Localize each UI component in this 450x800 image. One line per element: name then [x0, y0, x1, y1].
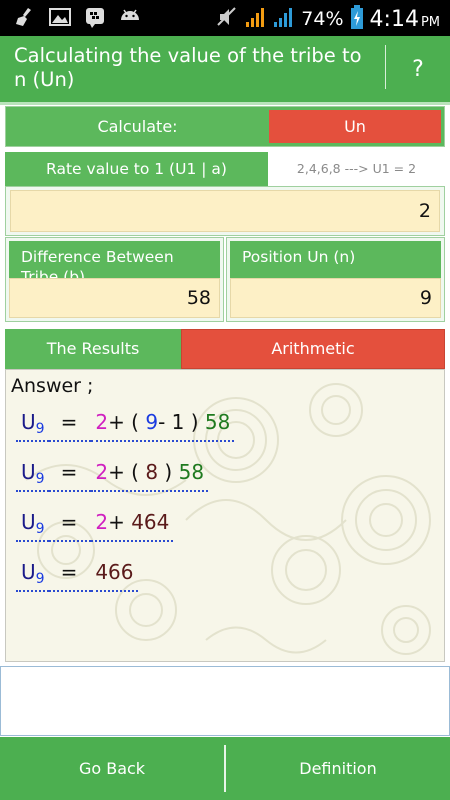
difference-label: Difference Between Tribe (b) — [9, 241, 220, 279]
term-subscript: 9 — [35, 421, 45, 437]
help-button[interactable]: ? — [386, 36, 450, 102]
battery-charging-icon — [350, 4, 364, 34]
expression-part: + ( — [108, 410, 146, 434]
signal-icon — [245, 5, 267, 33]
equals-sign: = — [48, 508, 92, 542]
image-icon — [48, 6, 72, 32]
bbm-icon — [84, 6, 106, 32]
rate-label: Rate value to 1 (U1 | a) — [5, 152, 268, 186]
expression-part: 2 — [95, 510, 109, 534]
equation-term: U9 — [16, 408, 49, 442]
equation-expression: 2+ ( 8 ) 58 — [91, 458, 209, 492]
status-bar: 74% 4:14 PM — [0, 0, 450, 36]
expression-part: + — [108, 510, 132, 534]
position-label: Position Un (n) — [230, 241, 441, 279]
broom-icon — [14, 6, 36, 32]
bottom-bar: Go Back Definition — [0, 737, 450, 800]
equation-term: U9 — [16, 508, 49, 542]
page-title: Calculating the value of the tribe to n … — [14, 44, 362, 91]
equation-row: U9 = 2+ 464 — [16, 508, 174, 548]
expression-part: 2 — [95, 410, 109, 434]
expression-part: + ( — [108, 460, 146, 484]
results-panel: Answer ; U9 = 2+ ( 9- 1 ) 58 U9 = 2+ ( 8 ) 58… — [5, 369, 445, 662]
term-symbol: U — [21, 560, 36, 584]
equation-row: U9 = 2+ ( 8 ) 58 — [16, 458, 209, 498]
equation-expression: 466 — [91, 558, 138, 592]
answer-label: Answer ; — [11, 375, 94, 397]
clock-time: 4:14 — [369, 6, 419, 32]
term-symbol: U — [21, 410, 36, 434]
expression-part: 9 — [145, 410, 159, 434]
equation-row: U9 = 2+ ( 9- 1 ) 58 — [16, 408, 235, 448]
rate-hint: 2,4,6,8 ---> U1 = 2 — [296, 161, 417, 176]
equals-sign: = — [48, 458, 92, 492]
expression-part: 466 — [95, 560, 134, 584]
wifi-signal-icon — [273, 5, 295, 33]
clock: 4:14 PM — [370, 7, 440, 32]
definition-button[interactable]: Definition — [226, 737, 450, 800]
term-subscript: 9 — [35, 471, 45, 487]
go-back-button[interactable]: Go Back — [0, 737, 224, 800]
battery-percent: 74% — [301, 8, 344, 30]
expression-part: 8 — [145, 460, 159, 484]
tab-arithmetic[interactable]: Arithmetic — [181, 329, 445, 369]
position-input[interactable]: 9 — [230, 278, 441, 318]
equation-expression: 2+ 464 — [91, 508, 174, 542]
position-panel: Position Un (n) 9 — [226, 237, 445, 322]
equals-sign: = — [48, 558, 92, 592]
calculate-selector[interactable]: Un — [269, 110, 441, 143]
expression-part: 464 — [131, 510, 170, 534]
notification-icons — [14, 6, 142, 32]
term-symbol: U — [21, 460, 36, 484]
title-underline — [0, 102, 450, 105]
term-symbol: U — [21, 510, 36, 534]
equation-term: U9 — [16, 458, 49, 492]
equation-term: U9 — [16, 558, 49, 592]
rate-field-container: 2 — [5, 186, 445, 236]
term-subscript: 9 — [35, 571, 45, 587]
android-icon — [118, 6, 142, 32]
expression-part: 58 — [204, 410, 231, 434]
system-icons: 74% 4:14 PM — [215, 4, 440, 34]
equals-sign: = — [48, 408, 92, 442]
mute-icon — [215, 5, 239, 33]
expression-part: - 1 ) — [158, 410, 205, 434]
equation-row: U9 = 466 — [16, 558, 138, 598]
calculate-row: Calculate: Un — [5, 106, 445, 147]
clock-ampm: PM — [420, 14, 440, 30]
output-area — [0, 666, 450, 736]
calculate-label: Calculate: — [97, 117, 178, 136]
term-subscript: 9 — [35, 521, 45, 537]
equation-expression: 2+ ( 9- 1 ) 58 — [91, 408, 235, 442]
expression-part: 2 — [95, 460, 109, 484]
expression-part: ) — [158, 460, 179, 484]
difference-panel: Difference Between Tribe (b) 58 — [5, 237, 224, 322]
tab-results[interactable]: The Results — [5, 329, 181, 369]
difference-input[interactable]: 58 — [9, 278, 220, 318]
rate-input[interactable]: 2 — [10, 190, 440, 232]
expression-part: 58 — [178, 460, 205, 484]
title-bar: Calculating the value of the tribe to n … — [0, 36, 450, 102]
